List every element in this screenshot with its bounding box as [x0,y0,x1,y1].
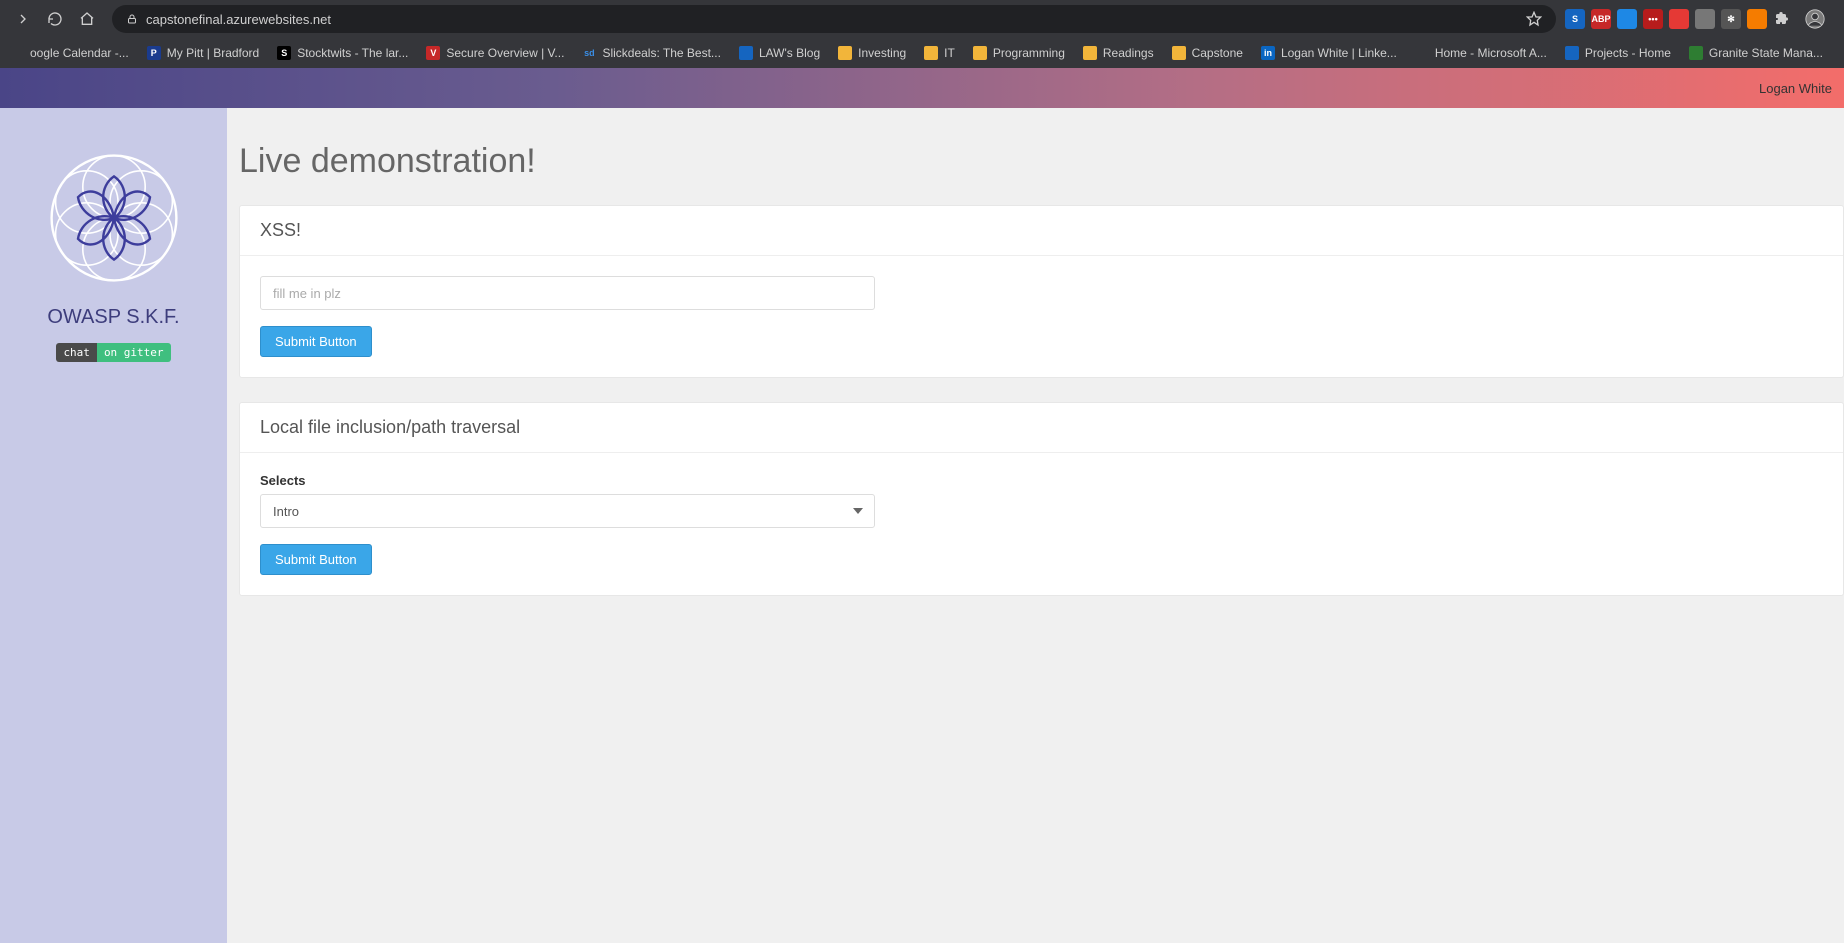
toolbar-extensions: S ABP ••• ✻ [1562,9,1770,29]
bookmark-item[interactable]: sd Slickdeals: The Best... [582,46,721,60]
bookmark-label: Home - Microsoft A... [1435,46,1547,60]
panel-xss: XSS! Submit Button [239,205,1844,378]
chat-badge-link[interactable]: chat on gitter [56,343,170,362]
bookmark-favicon-icon [1565,46,1579,60]
reload-button[interactable] [42,6,68,32]
bookmark-favicon-icon [1083,46,1097,60]
bookmark-label: Readings [1103,46,1154,60]
bookmarks-bar: oogle Calendar -...PMy Pitt | BradfordSS… [0,38,1844,68]
bookmark-item[interactable]: Granite State Mana... [1689,46,1823,60]
panel-xss-title: XSS! [240,206,1843,256]
bookmark-favicon-icon [1415,46,1429,60]
extension-icon[interactable]: ✻ [1721,9,1741,29]
bookmark-item[interactable]: V Secure Overview | V... [426,46,564,60]
xss-input[interactable] [260,276,875,310]
bookmark-favicon-icon: in [1261,46,1275,60]
bookmark-label: Granite State Mana... [1709,46,1823,60]
bookmark-item[interactable]: Readings [1083,46,1154,60]
bookmark-favicon-icon: V [426,46,440,60]
bookmark-item[interactable]: in Logan White | Linke... [1261,46,1397,60]
bookmark-label: My Pitt | Bradford [167,46,259,60]
bookmark-item[interactable]: Projects - Home [1565,46,1671,60]
bookmark-label: Programming [993,46,1065,60]
extension-icon[interactable] [1669,9,1689,29]
extension-icon[interactable]: ••• [1643,9,1663,29]
bookmark-item[interactable]: Capstone [1172,46,1243,60]
bookmark-label: IT [944,46,955,60]
chat-badge-left: chat [56,343,97,362]
bookmark-label: Logan White | Linke... [1281,46,1397,60]
extension-icon[interactable] [1747,9,1767,29]
bookmark-item[interactable]: oogle Calendar -... [10,46,129,60]
panel-lfi-title: Local file inclusion/path traversal [240,403,1843,453]
bookmark-favicon-icon: sd [582,46,596,60]
lock-icon [126,13,138,25]
bookmark-label: Secure Overview | V... [446,46,564,60]
bookmark-label: Slickdeals: The Best... [602,46,721,60]
bookmark-star-icon[interactable] [1526,11,1542,27]
chat-badge-right: on gitter [97,343,171,362]
bookmark-item[interactable]: Home - Microsoft A... [1415,46,1547,60]
extensions-menu-icon[interactable] [1770,6,1796,32]
bookmark-label: Stocktwits - The lar... [297,46,408,60]
url-bar[interactable]: capstonefinal.azurewebsites.net [112,5,1556,33]
browser-toolbar: capstonefinal.azurewebsites.net S ABP ••• ✻ [0,0,1844,38]
bookmark-item[interactable]: Investing [838,46,906,60]
xss-submit-button[interactable]: Submit Button [260,326,372,357]
bookmark-label: Investing [858,46,906,60]
bookmark-favicon-icon [1689,46,1703,60]
bookmark-item[interactable]: LAW's Blog [739,46,820,60]
bookmark-favicon-icon [1172,46,1186,60]
profile-avatar-icon[interactable] [1802,6,1828,32]
sidebar: OWASP S.K.F. chat on gitter [0,108,227,943]
bookmark-item[interactable]: S Stocktwits - The lar... [277,46,408,60]
extension-icon[interactable]: S [1565,9,1585,29]
bookmark-favicon-icon [739,46,753,60]
bookmark-favicon-icon [924,46,938,60]
bookmark-favicon-icon [10,46,24,60]
lfi-submit-button[interactable]: Submit Button [260,544,372,575]
lfi-select-label: Selects [260,473,1823,488]
extension-icon[interactable] [1617,9,1637,29]
bookmark-favicon-icon [838,46,852,60]
bookmark-item[interactable]: Programming [973,46,1065,60]
bookmark-item[interactable]: P My Pitt | Bradford [147,46,259,60]
page-viewport: Logan White [0,68,1844,943]
banner-user-name: Logan White [1759,81,1832,96]
lfi-select[interactable]: Intro [260,494,875,528]
bookmark-favicon-icon: P [147,46,161,60]
bookmark-label: Capstone [1192,46,1243,60]
url-text: capstonefinal.azurewebsites.net [146,12,1526,27]
top-banner: Logan White [0,68,1844,108]
extension-icon[interactable] [1695,9,1715,29]
bookmark-favicon-icon [973,46,987,60]
page-title: Live demonstration! [239,142,1844,181]
app-title: OWASP S.K.F. [47,306,179,329]
bookmark-label: oogle Calendar -... [30,46,129,60]
extension-icon[interactable]: ABP [1591,9,1611,29]
panel-lfi: Local file inclusion/path traversal Sele… [239,402,1844,596]
home-button[interactable] [74,6,100,32]
app-logo [34,138,194,298]
main-content: Live demonstration! XSS! Submit Button L… [227,108,1844,943]
bookmark-item[interactable]: IT [924,46,955,60]
forward-button[interactable] [10,6,36,32]
bookmark-favicon-icon: S [277,46,291,60]
bookmark-label: Projects - Home [1585,46,1671,60]
bookmark-label: LAW's Blog [759,46,820,60]
